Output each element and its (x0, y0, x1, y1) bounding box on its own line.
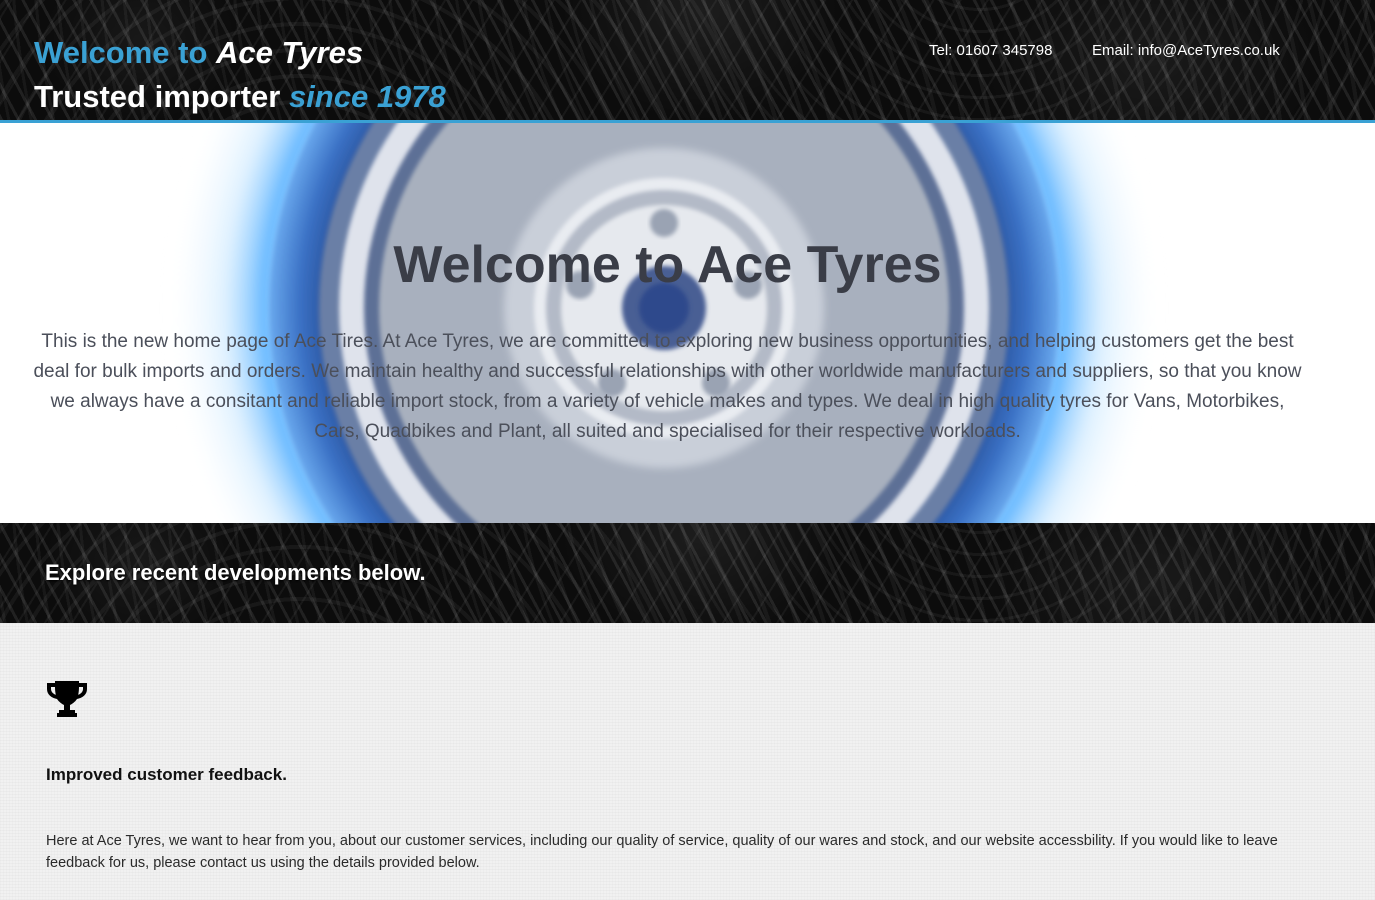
hero-intro-text: This is the new home page of Ace Tires. … (33, 331, 1302, 442)
hero-section: Welcome to Ace Tyres This is the new hom… (0, 123, 1375, 523)
brand-welcome: Welcome to (34, 35, 217, 70)
tagline-since: since 1978 (288, 79, 446, 114)
brand-tagline: Trusted importer since 1978 (34, 78, 446, 116)
tagline-prefix: Trusted importer (34, 79, 289, 114)
contact-phone[interactable]: Tel: 01607 345798 (929, 42, 1052, 59)
trophy-icon (47, 681, 87, 717)
brand-name: Ace Tyres (216, 35, 364, 70)
explore-banner: Explore recent developments below. (0, 523, 1375, 623)
banner-heading: Explore recent developments below. (45, 560, 426, 585)
feature-title: Improved customer feedback. (46, 765, 287, 784)
feature-text: Here at Ace Tyres, we want to hear from … (46, 833, 1278, 871)
contact-email[interactable]: Email: info@AceTyres.co.uk (1092, 42, 1280, 59)
feature-section: Improved customer feedback. Here at Ace … (0, 623, 1375, 900)
brand-title[interactable]: Welcome to Ace Tyres (34, 34, 363, 72)
site-header: Welcome to Ace Tyres Trusted importer si… (0, 0, 1375, 123)
hero-title: Welcome to Ace Tyres (393, 236, 942, 294)
